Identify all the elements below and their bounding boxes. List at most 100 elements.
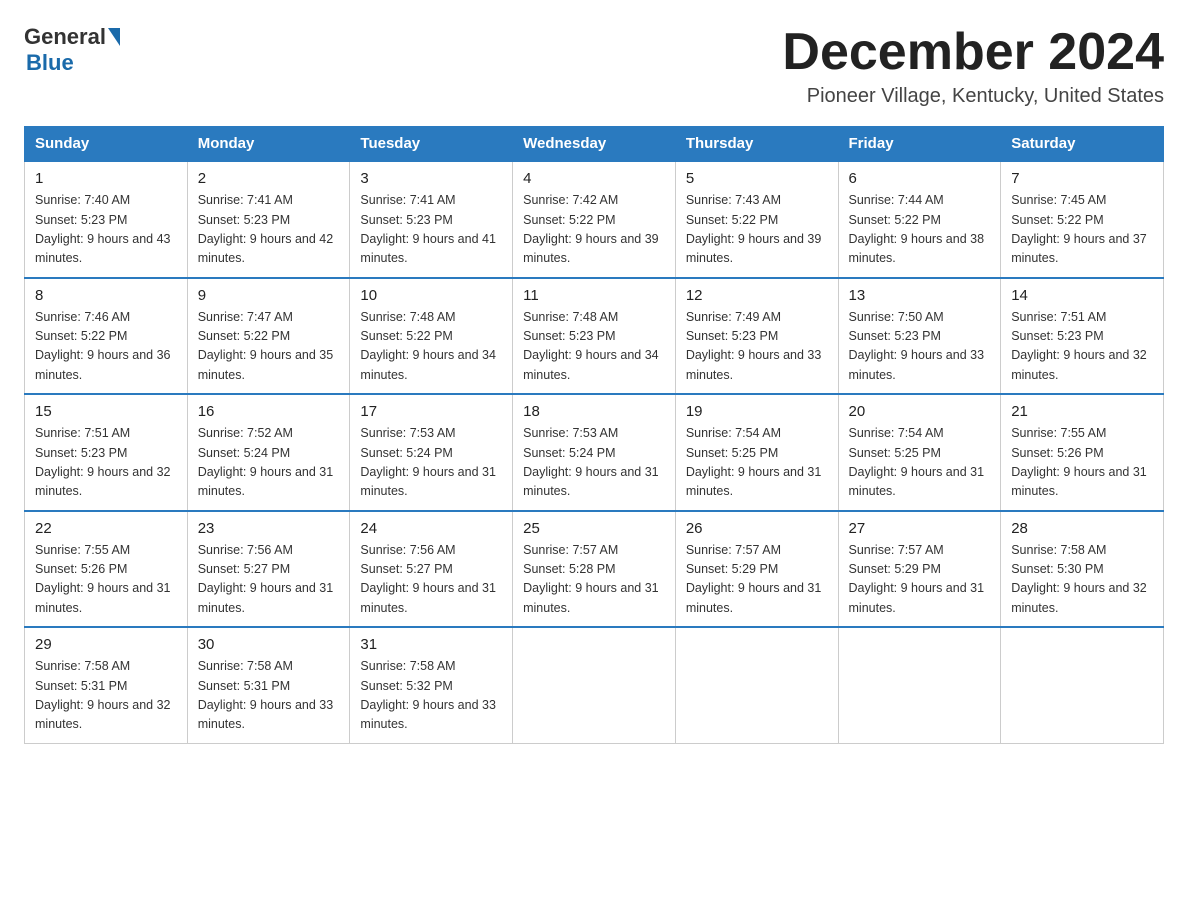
calendar-header-row: Sunday Monday Tuesday Wednesday Thursday…	[25, 127, 1164, 162]
day-number: 13	[849, 287, 991, 304]
calendar-cell: 30 Sunrise: 7:58 AM Sunset: 5:31 PM Dayl…	[187, 627, 350, 743]
calendar-cell: 18 Sunrise: 7:53 AM Sunset: 5:24 PM Dayl…	[513, 394, 676, 511]
day-info: Sunrise: 7:51 AM Sunset: 5:23 PM Dayligh…	[1011, 308, 1153, 386]
day-number: 18	[523, 403, 665, 420]
calendar-cell: 1 Sunrise: 7:40 AM Sunset: 5:23 PM Dayli…	[25, 161, 188, 278]
day-info: Sunrise: 7:50 AM Sunset: 5:23 PM Dayligh…	[849, 308, 991, 386]
calendar-cell: 17 Sunrise: 7:53 AM Sunset: 5:24 PM Dayl…	[350, 394, 513, 511]
header-tuesday: Tuesday	[350, 127, 513, 162]
day-number: 1	[35, 170, 177, 187]
calendar-cell: 6 Sunrise: 7:44 AM Sunset: 5:22 PM Dayli…	[838, 161, 1001, 278]
calendar-week-1: 1 Sunrise: 7:40 AM Sunset: 5:23 PM Dayli…	[25, 161, 1164, 278]
day-info: Sunrise: 7:54 AM Sunset: 5:25 PM Dayligh…	[686, 424, 828, 502]
header-monday: Monday	[187, 127, 350, 162]
day-number: 28	[1011, 520, 1153, 537]
day-number: 10	[360, 287, 502, 304]
day-info: Sunrise: 7:48 AM Sunset: 5:23 PM Dayligh…	[523, 308, 665, 386]
day-info: Sunrise: 7:58 AM Sunset: 5:31 PM Dayligh…	[35, 657, 177, 735]
day-number: 27	[849, 520, 991, 537]
day-number: 26	[686, 520, 828, 537]
calendar-cell: 4 Sunrise: 7:42 AM Sunset: 5:22 PM Dayli…	[513, 161, 676, 278]
calendar-cell: 13 Sunrise: 7:50 AM Sunset: 5:23 PM Dayl…	[838, 278, 1001, 395]
day-number: 9	[198, 287, 340, 304]
day-info: Sunrise: 7:57 AM Sunset: 5:29 PM Dayligh…	[849, 541, 991, 619]
day-info: Sunrise: 7:58 AM Sunset: 5:30 PM Dayligh…	[1011, 541, 1153, 619]
day-info: Sunrise: 7:56 AM Sunset: 5:27 PM Dayligh…	[198, 541, 340, 619]
calendar-cell: 24 Sunrise: 7:56 AM Sunset: 5:27 PM Dayl…	[350, 511, 513, 628]
day-number: 23	[198, 520, 340, 537]
day-number: 4	[523, 170, 665, 187]
calendar-cell: 12 Sunrise: 7:49 AM Sunset: 5:23 PM Dayl…	[675, 278, 838, 395]
calendar-cell: 7 Sunrise: 7:45 AM Sunset: 5:22 PM Dayli…	[1001, 161, 1164, 278]
page-header: General Blue December 2024 Pioneer Villa…	[24, 24, 1164, 108]
day-info: Sunrise: 7:58 AM Sunset: 5:32 PM Dayligh…	[360, 657, 502, 735]
day-number: 31	[360, 636, 502, 653]
day-info: Sunrise: 7:54 AM Sunset: 5:25 PM Dayligh…	[849, 424, 991, 502]
header-sunday: Sunday	[25, 127, 188, 162]
logo-triangle-icon	[108, 28, 120, 46]
day-info: Sunrise: 7:57 AM Sunset: 5:29 PM Dayligh…	[686, 541, 828, 619]
day-info: Sunrise: 7:55 AM Sunset: 5:26 PM Dayligh…	[35, 541, 177, 619]
day-number: 3	[360, 170, 502, 187]
calendar-cell: 23 Sunrise: 7:56 AM Sunset: 5:27 PM Dayl…	[187, 511, 350, 628]
day-number: 29	[35, 636, 177, 653]
day-info: Sunrise: 7:52 AM Sunset: 5:24 PM Dayligh…	[198, 424, 340, 502]
day-number: 14	[1011, 287, 1153, 304]
day-info: Sunrise: 7:51 AM Sunset: 5:23 PM Dayligh…	[35, 424, 177, 502]
day-number: 30	[198, 636, 340, 653]
day-number: 24	[360, 520, 502, 537]
calendar-week-4: 22 Sunrise: 7:55 AM Sunset: 5:26 PM Dayl…	[25, 511, 1164, 628]
day-number: 16	[198, 403, 340, 420]
calendar-cell: 9 Sunrise: 7:47 AM Sunset: 5:22 PM Dayli…	[187, 278, 350, 395]
location-subtitle: Pioneer Village, Kentucky, United States	[782, 85, 1164, 108]
day-info: Sunrise: 7:55 AM Sunset: 5:26 PM Dayligh…	[1011, 424, 1153, 502]
calendar-week-3: 15 Sunrise: 7:51 AM Sunset: 5:23 PM Dayl…	[25, 394, 1164, 511]
calendar-cell: 14 Sunrise: 7:51 AM Sunset: 5:23 PM Dayl…	[1001, 278, 1164, 395]
calendar-cell: 2 Sunrise: 7:41 AM Sunset: 5:23 PM Dayli…	[187, 161, 350, 278]
calendar-cell: 19 Sunrise: 7:54 AM Sunset: 5:25 PM Dayl…	[675, 394, 838, 511]
calendar-cell	[675, 627, 838, 743]
day-info: Sunrise: 7:53 AM Sunset: 5:24 PM Dayligh…	[360, 424, 502, 502]
calendar-cell: 10 Sunrise: 7:48 AM Sunset: 5:22 PM Dayl…	[350, 278, 513, 395]
month-title: December 2024	[782, 24, 1164, 81]
day-number: 17	[360, 403, 502, 420]
calendar-cell: 22 Sunrise: 7:55 AM Sunset: 5:26 PM Dayl…	[25, 511, 188, 628]
calendar-cell: 20 Sunrise: 7:54 AM Sunset: 5:25 PM Dayl…	[838, 394, 1001, 511]
day-number: 22	[35, 520, 177, 537]
title-area: December 2024 Pioneer Village, Kentucky,…	[782, 24, 1164, 108]
calendar-cell	[838, 627, 1001, 743]
day-number: 25	[523, 520, 665, 537]
day-number: 6	[849, 170, 991, 187]
day-number: 21	[1011, 403, 1153, 420]
day-number: 19	[686, 403, 828, 420]
day-number: 12	[686, 287, 828, 304]
day-number: 2	[198, 170, 340, 187]
day-info: Sunrise: 7:43 AM Sunset: 5:22 PM Dayligh…	[686, 191, 828, 269]
day-info: Sunrise: 7:41 AM Sunset: 5:23 PM Dayligh…	[198, 191, 340, 269]
calendar-week-2: 8 Sunrise: 7:46 AM Sunset: 5:22 PM Dayli…	[25, 278, 1164, 395]
day-info: Sunrise: 7:47 AM Sunset: 5:22 PM Dayligh…	[198, 308, 340, 386]
day-info: Sunrise: 7:44 AM Sunset: 5:22 PM Dayligh…	[849, 191, 991, 269]
day-info: Sunrise: 7:58 AM Sunset: 5:31 PM Dayligh…	[198, 657, 340, 735]
calendar-week-5: 29 Sunrise: 7:58 AM Sunset: 5:31 PM Dayl…	[25, 627, 1164, 743]
day-info: Sunrise: 7:48 AM Sunset: 5:22 PM Dayligh…	[360, 308, 502, 386]
calendar-cell: 27 Sunrise: 7:57 AM Sunset: 5:29 PM Dayl…	[838, 511, 1001, 628]
header-friday: Friday	[838, 127, 1001, 162]
calendar-cell: 5 Sunrise: 7:43 AM Sunset: 5:22 PM Dayli…	[675, 161, 838, 278]
logo-general-text: General	[24, 24, 106, 50]
day-info: Sunrise: 7:57 AM Sunset: 5:28 PM Dayligh…	[523, 541, 665, 619]
day-number: 5	[686, 170, 828, 187]
calendar-cell: 21 Sunrise: 7:55 AM Sunset: 5:26 PM Dayl…	[1001, 394, 1164, 511]
calendar-cell: 29 Sunrise: 7:58 AM Sunset: 5:31 PM Dayl…	[25, 627, 188, 743]
calendar-cell: 31 Sunrise: 7:58 AM Sunset: 5:32 PM Dayl…	[350, 627, 513, 743]
calendar-cell: 15 Sunrise: 7:51 AM Sunset: 5:23 PM Dayl…	[25, 394, 188, 511]
header-thursday: Thursday	[675, 127, 838, 162]
calendar-table: Sunday Monday Tuesday Wednesday Thursday…	[24, 126, 1164, 744]
day-info: Sunrise: 7:42 AM Sunset: 5:22 PM Dayligh…	[523, 191, 665, 269]
day-number: 15	[35, 403, 177, 420]
calendar-cell: 3 Sunrise: 7:41 AM Sunset: 5:23 PM Dayli…	[350, 161, 513, 278]
day-info: Sunrise: 7:49 AM Sunset: 5:23 PM Dayligh…	[686, 308, 828, 386]
calendar-cell: 28 Sunrise: 7:58 AM Sunset: 5:30 PM Dayl…	[1001, 511, 1164, 628]
calendar-cell: 16 Sunrise: 7:52 AM Sunset: 5:24 PM Dayl…	[187, 394, 350, 511]
logo: General Blue	[24, 24, 122, 76]
